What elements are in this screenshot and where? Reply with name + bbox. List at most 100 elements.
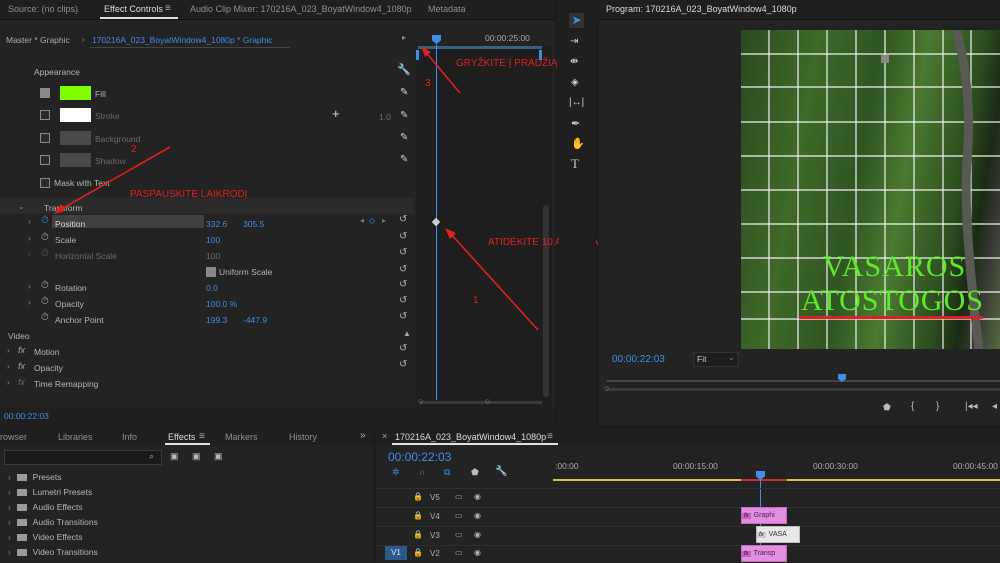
toggle-sync-icon[interactable]: ▭ bbox=[455, 511, 463, 520]
program-timecode[interactable]: 00:00:22:03 bbox=[612, 354, 665, 365]
accelerated-icon[interactable]: ▣ bbox=[192, 451, 201, 462]
lock-icon[interactable]: 🔒 bbox=[413, 492, 423, 501]
razor-tool-icon[interactable]: ◈ bbox=[571, 77, 579, 88]
selection-tool-icon[interactable]: ➤ bbox=[569, 13, 584, 28]
folder-icon bbox=[16, 519, 27, 526]
track-select-tool-icon[interactable]: ⇥ bbox=[570, 36, 578, 47]
menu-icon[interactable]: ≡ bbox=[547, 431, 553, 442]
chevron-right-icon: › bbox=[8, 548, 11, 557]
wrench-icon[interactable]: 🔧 bbox=[495, 466, 507, 477]
pen-tool-icon[interactable]: ✒ bbox=[571, 117, 580, 130]
lock-icon[interactable]: 🔒 bbox=[413, 548, 423, 557]
effects-item-label: Audio Transitions bbox=[32, 517, 98, 527]
add-marker-icon[interactable]: ⬟ bbox=[471, 467, 479, 478]
tab-effects[interactable]: Effects bbox=[168, 432, 195, 442]
zoom-handle-left[interactable]: ○ bbox=[604, 383, 609, 393]
effects-item[interactable]: › Video Effects bbox=[8, 532, 82, 542]
track-v3 bbox=[376, 526, 1000, 545]
fx-icon: fx bbox=[742, 513, 751, 519]
yuv-icon[interactable]: ▣ bbox=[214, 451, 223, 462]
effects-item-label: Video Effects bbox=[32, 532, 83, 542]
marker-icon[interactable]: ⬟ bbox=[883, 402, 891, 413]
panel-overflow-icon[interactable]: » bbox=[360, 430, 366, 441]
folder-icon bbox=[16, 549, 27, 556]
ripple-edit-tool-icon[interactable]: ⇼ bbox=[570, 56, 578, 67]
linked-selection-icon[interactable]: ⧉ bbox=[444, 467, 450, 478]
annotation-1-number: 1 bbox=[473, 295, 479, 306]
chevron-right-icon: › bbox=[8, 503, 11, 512]
annotation-3-text: GRYŽKITE Į PRADŽIĄ bbox=[456, 58, 558, 69]
folder-icon bbox=[16, 474, 27, 481]
clip-label: Graphi bbox=[753, 512, 775, 519]
title-underline bbox=[799, 316, 983, 319]
track-name: V3 bbox=[430, 531, 440, 540]
timeline-clip[interactable]: fx VASA bbox=[756, 526, 800, 543]
program-video-frame: VASAROS ATOSTOGOS bbox=[741, 30, 1000, 349]
arrow-2-head bbox=[54, 204, 65, 214]
new-bin-icon[interactable]: ▣ bbox=[170, 451, 179, 462]
effects-item[interactable]: › Audio Effects bbox=[8, 502, 83, 512]
arrow-2-line bbox=[57, 146, 171, 212]
step-back-icon[interactable]: ◂ bbox=[992, 401, 997, 412]
program-scrubber[interactable] bbox=[607, 380, 1000, 382]
render-bar bbox=[741, 479, 787, 481]
folder-icon bbox=[16, 489, 27, 496]
source-patch-v1[interactable]: V1 bbox=[385, 546, 407, 560]
chevron-down-icon: ⌄ bbox=[728, 353, 735, 362]
fit-dropdown[interactable]: Fit ⌄ bbox=[693, 352, 739, 367]
track-name: V4 bbox=[430, 512, 440, 521]
mark-in-icon[interactable]: { bbox=[911, 401, 914, 412]
snap-icon[interactable]: ✲ bbox=[392, 467, 400, 478]
close-icon[interactable]: × bbox=[382, 431, 387, 441]
toggle-sync-icon[interactable]: ▭ bbox=[455, 492, 463, 501]
tab-markers[interactable]: Markers bbox=[225, 432, 258, 442]
toggle-sync-icon[interactable]: ▭ bbox=[455, 548, 463, 557]
ruler-label: 00:00:15:00 bbox=[673, 461, 718, 471]
video-title-line2: ATOSTOGOS bbox=[801, 284, 984, 317]
tab-libraries[interactable]: Libraries bbox=[58, 432, 93, 442]
track-v2 bbox=[376, 545, 1000, 563]
eye-icon[interactable]: ◉ bbox=[474, 530, 481, 539]
tab-browser[interactable]: rowser bbox=[0, 432, 27, 442]
lock-icon[interactable]: 🔒 bbox=[413, 511, 423, 520]
clip-label: VASA bbox=[768, 531, 787, 538]
timeline-clip[interactable]: fx Transp bbox=[741, 545, 787, 562]
go-to-in-icon[interactable]: |◂◂ bbox=[965, 401, 978, 412]
eye-icon[interactable]: ◉ bbox=[474, 548, 481, 557]
effects-item[interactable]: › Presets bbox=[8, 472, 62, 482]
hand-tool-icon[interactable]: ✋ bbox=[571, 137, 585, 150]
toggle-sync-icon[interactable]: ▭ bbox=[455, 530, 463, 539]
menu-icon[interactable]: ≡ bbox=[199, 431, 205, 442]
program-zoom-bar[interactable] bbox=[607, 388, 1000, 391]
fit-label: Fit bbox=[697, 354, 707, 364]
eye-icon[interactable]: ◉ bbox=[474, 492, 481, 501]
mark-out-icon[interactable]: } bbox=[936, 401, 939, 412]
ruler-label: :00:00 bbox=[555, 461, 579, 471]
chevron-right-icon: › bbox=[8, 518, 11, 527]
tab-history[interactable]: History bbox=[289, 432, 317, 442]
timeline-timecode[interactable]: 00:00:22:03 bbox=[388, 450, 451, 464]
track-name: V2 bbox=[430, 549, 440, 558]
annotation-2-number: 2 bbox=[131, 144, 137, 155]
lock-icon[interactable]: 🔒 bbox=[413, 530, 423, 539]
sequence-tab[interactable]: 170216A_023_BoyatWindow4_1080p bbox=[395, 432, 546, 442]
effects-search-input[interactable]: ⌕ bbox=[4, 450, 162, 465]
annotation-2-text: PASPAUSKITE LAIKRODĮ bbox=[130, 189, 248, 200]
track-v4 bbox=[376, 507, 1000, 526]
ruler-label: 00:00:30:00 bbox=[813, 461, 858, 471]
effects-item-label: Presets bbox=[32, 472, 62, 482]
eye-icon[interactable]: ◉ bbox=[474, 511, 481, 520]
clip-label: Transp bbox=[753, 550, 776, 557]
effects-item[interactable]: › Audio Transitions bbox=[8, 517, 98, 527]
effects-item[interactable]: › Lumetri Presets bbox=[8, 487, 92, 497]
effects-item[interactable]: › Video Transitions bbox=[8, 547, 98, 557]
program-title[interactable]: Program: 170216A_023_BoyatWindow4_1080p bbox=[606, 4, 797, 14]
chevron-right-icon: › bbox=[8, 533, 11, 542]
slip-tool-icon[interactable]: |↔| bbox=[569, 97, 584, 108]
track-name: V5 bbox=[430, 493, 440, 502]
type-tool-icon[interactable]: T bbox=[571, 156, 579, 172]
tab-info[interactable]: Info bbox=[122, 432, 137, 442]
timeline-clip[interactable]: fx Graphi bbox=[741, 507, 787, 524]
active-tab-underline bbox=[392, 443, 558, 445]
magnet-icon[interactable]: ∩ bbox=[419, 467, 425, 477]
